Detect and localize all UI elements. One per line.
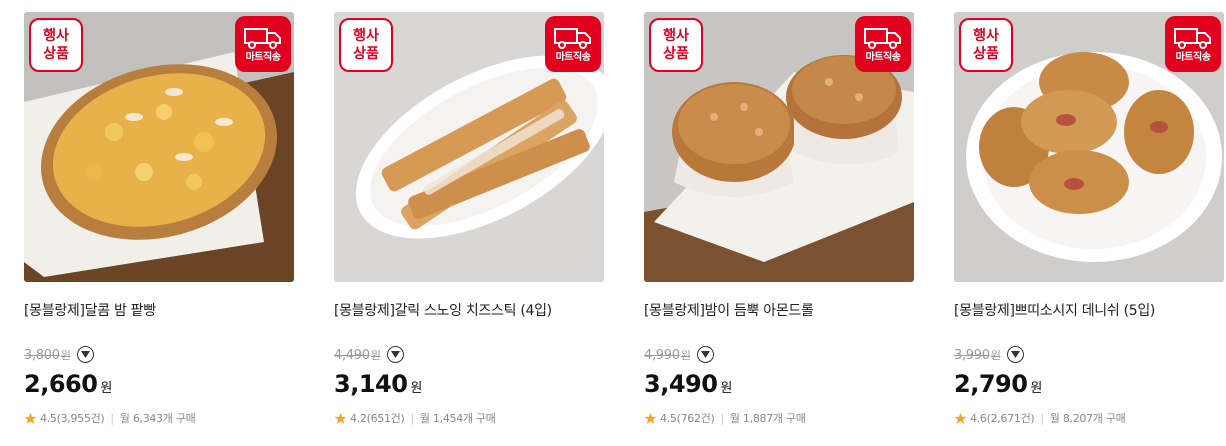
delivery-badge-label: 마트직송 (1175, 51, 1211, 63)
original-price: 4,990원 (644, 347, 691, 363)
event-badge-line2: 상품 (973, 46, 999, 62)
review-meta: 4.5(3,955건) | 월 6,343개 구매 (24, 410, 196, 426)
original-price-row: 4,490원 (334, 346, 404, 363)
star-icon (24, 412, 37, 424)
event-badge: 행사 상품 (29, 18, 83, 72)
sale-price-unit: 원 (410, 381, 423, 396)
sale-price: 2,790 (954, 370, 1028, 398)
monthly-purchases: 월 1,887개 구매 (729, 412, 806, 425)
sale-price-row: 2,790 원 (954, 370, 1042, 398)
delivery-badge-label: 마트직송 (865, 51, 901, 63)
monthly-purchases: 월 8,207개 구매 (1049, 412, 1126, 425)
sale-price-row: 2,660 원 (24, 370, 112, 398)
price-info-button[interactable] (76, 346, 94, 363)
review-meta: 4.5(762건) | 월 1,887개 구매 (644, 410, 806, 426)
product-grid: 행사 상품 마트직송 [몽블랑제]달콤 밤 팥빵 3,800원 2,660 원 … (0, 0, 1226, 446)
event-badge-line1: 행사 (973, 28, 999, 44)
original-price-row: 4,990원 (644, 346, 714, 363)
product-card[interactable]: 행사 상품 마트직송 [몽블랑제]달콤 밤 팥빵 3,800원 2,660 원 … (24, 12, 294, 442)
sale-price-row: 3,490 원 (644, 370, 732, 398)
price-info-button[interactable] (1006, 346, 1024, 363)
product-card[interactable]: 행사 상품 마트직송 [몽블랑제]밤이 듬뿍 아몬드롤 4,990원 3,490 (644, 12, 914, 442)
truck-icon (864, 27, 901, 49)
rating-text: 4.6(2,671건) (970, 412, 1035, 425)
monthly-purchases: 월 1,454개 구매 (419, 412, 496, 425)
chevron-down-icon (1010, 351, 1020, 358)
event-badge: 행사 상품 (339, 18, 393, 72)
product-image[interactable]: 행사 상품 마트직송 (954, 12, 1224, 282)
delivery-badge-label: 마트직송 (555, 51, 591, 63)
review-meta: 4.6(2,671건) | 월 8,207개 구매 (954, 410, 1126, 426)
truck-icon (244, 27, 281, 49)
event-badge-line1: 행사 (43, 28, 69, 44)
review-meta: 4.2(651건) | 월 1,454개 구매 (334, 410, 496, 426)
sale-price: 3,140 (334, 370, 408, 398)
event-badge-line2: 상품 (43, 46, 69, 62)
sale-price: 2,660 (24, 370, 98, 398)
delivery-badge-label: 마트직송 (245, 51, 281, 63)
mart-delivery-badge: 마트직송 (1165, 16, 1221, 72)
sale-price-unit: 원 (720, 381, 733, 396)
event-badge: 행사 상품 (959, 18, 1013, 72)
original-price: 3,990원 (954, 347, 1001, 363)
product-image[interactable]: 행사 상품 마트직송 (334, 12, 604, 282)
mart-delivery-badge: 마트직송 (545, 16, 601, 72)
divider: | (410, 411, 415, 425)
event-badge-line1: 행사 (353, 28, 379, 44)
original-price: 3,800원 (24, 347, 71, 363)
product-image[interactable]: 행사 상품 마트직송 (24, 12, 294, 282)
chevron-down-icon (390, 351, 400, 358)
event-badge-line2: 상품 (353, 46, 379, 62)
truck-icon (554, 27, 591, 49)
sale-price-unit: 원 (100, 381, 113, 396)
rating-text: 4.5(762건) (660, 412, 715, 425)
product-card[interactable]: 행사 상품 마트직송 [몽블랑제]갈릭 스노잉 치즈스틱 (4입) 4,490원… (334, 12, 604, 442)
rating-text: 4.2(651건) (350, 412, 405, 425)
product-image[interactable]: 행사 상품 마트직송 (644, 12, 914, 282)
sale-price-unit: 원 (1030, 381, 1043, 396)
sale-price: 3,490 (644, 370, 718, 398)
price-info-button[interactable] (696, 346, 714, 363)
sale-price-row: 3,140 원 (334, 370, 422, 398)
product-title[interactable]: [몽블랑제]밤이 듬뿍 아몬드롤 (644, 300, 914, 320)
star-icon (644, 412, 657, 424)
event-badge: 행사 상품 (649, 18, 703, 72)
rating-text: 4.5(3,955건) (40, 412, 105, 425)
star-icon (954, 412, 967, 424)
mart-delivery-badge: 마트직송 (235, 16, 291, 72)
chevron-down-icon (700, 351, 710, 358)
original-price: 4,490원 (334, 347, 381, 363)
star-icon (334, 412, 347, 424)
chevron-down-icon (80, 351, 90, 358)
event-badge-line1: 행사 (663, 28, 689, 44)
price-info-button[interactable] (386, 346, 404, 363)
event-badge-line2: 상품 (663, 46, 689, 62)
monthly-purchases: 월 6,343개 구매 (119, 412, 196, 425)
divider: | (720, 411, 725, 425)
truck-icon (1174, 27, 1211, 49)
divider: | (110, 411, 114, 425)
product-title[interactable]: [몽블랑제]갈릭 스노잉 치즈스틱 (4입) (334, 300, 604, 320)
divider: | (1040, 411, 1044, 425)
product-title[interactable]: [몽블랑제]쁘띠소시지 데니쉬 (5입) (954, 300, 1224, 320)
original-price-row: 3,800원 (24, 346, 94, 363)
mart-delivery-badge: 마트직송 (855, 16, 911, 72)
product-card[interactable]: 행사 상품 마트직송 [몽블랑제]쁘띠소시지 데니쉬 (5입) 3,990원 2… (954, 12, 1224, 442)
product-title[interactable]: [몽블랑제]달콤 밤 팥빵 (24, 300, 294, 320)
original-price-row: 3,990원 (954, 346, 1024, 363)
